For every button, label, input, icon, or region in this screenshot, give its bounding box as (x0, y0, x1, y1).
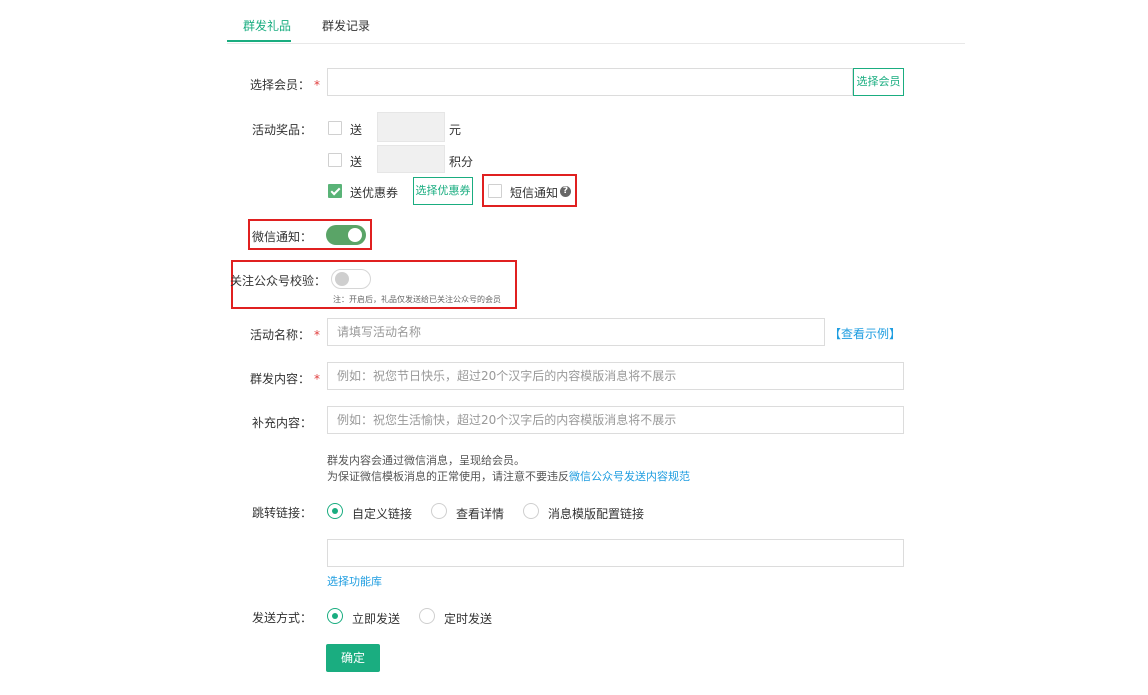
activity-name-label: 活动名称： (249, 328, 310, 342)
select-member-button[interactable]: 选择会员 (853, 68, 904, 96)
points-amount-input[interactable] (377, 145, 445, 173)
cash-amount-input[interactable] (377, 112, 445, 142)
required-mark: * (314, 372, 320, 386)
extra-content-label: 补充内容： (251, 416, 312, 430)
jump-link-label: 跳转链接： (251, 506, 312, 520)
wechat-notify-toggle[interactable] (326, 225, 366, 245)
cash-checkbox[interactable] (328, 121, 342, 135)
radio-view-detail[interactable] (431, 503, 447, 519)
coupon-checkbox[interactable] (328, 184, 342, 198)
required-mark: * (314, 328, 320, 342)
confirm-button[interactable]: 确定 (326, 644, 380, 672)
required-mark: * (314, 78, 320, 92)
toggle-knob (348, 228, 362, 242)
extra-content-input[interactable]: 例如：祝您生活愉快，超过20个汉字后的内容模版消息将不展示 (327, 406, 904, 434)
content-rules-link[interactable]: 微信公众号发送内容规范 (569, 470, 690, 483)
tab-mass-record[interactable]: 群发记录 (322, 17, 370, 34)
points-unit: 积分 (449, 155, 474, 169)
radio-scheduled-send[interactable] (419, 608, 435, 624)
points-checkbox[interactable] (328, 153, 342, 167)
activity-name-label-row: 活动名称： * (250, 326, 320, 343)
select-function-library-link[interactable]: 选择功能库 (327, 573, 382, 589)
view-example-link[interactable]: 【查看示例】 (829, 325, 901, 342)
member-label: 选择会员： (249, 78, 310, 92)
coupon-checkbox-label: 送优惠券 (350, 186, 399, 200)
cash-checkbox-label: 送 (350, 123, 363, 137)
hint-line-1: 群发内容会通过微信消息，呈现给会员。 (327, 454, 525, 467)
activity-name-input[interactable]: 请填写活动名称 (327, 318, 825, 346)
radio-template-link-label: 消息模版配置链接 (548, 507, 645, 521)
jump-link-input[interactable] (327, 539, 904, 567)
follow-check-note: 注：开启后，礼品仅发送给已关注公众号的会员 (333, 295, 501, 304)
mass-content-label-row: 群发内容： * (250, 370, 320, 387)
hint-line-2: 为保证微信模板消息的正常使用，请注意不要违反微信公众号发送内容规范 (327, 468, 690, 484)
points-checkbox-label: 送 (350, 155, 363, 169)
radio-custom-link[interactable] (327, 503, 343, 519)
radio-send-now-label: 立即发送 (352, 612, 401, 626)
prize-label: 活动奖品： (251, 123, 312, 137)
follow-check-label: 关注公众号校验： (229, 274, 326, 288)
radio-scheduled-send-label: 定时发送 (444, 612, 493, 626)
mass-content-label: 群发内容： (249, 372, 310, 386)
sms-checkbox[interactable] (488, 184, 502, 198)
help-icon[interactable]: ? (560, 186, 571, 197)
radio-template-link[interactable] (523, 503, 539, 519)
radio-send-now[interactable] (327, 608, 343, 624)
cash-unit: 元 (449, 123, 462, 137)
member-label-row: 选择会员： * (250, 76, 320, 93)
select-coupon-button[interactable]: 选择优惠券 (413, 177, 473, 205)
toggle-knob (335, 272, 349, 286)
sms-checkbox-label: 短信通知 (510, 186, 559, 200)
mass-content-input[interactable]: 例如：祝您节日快乐，超过20个汉字后的内容模版消息将不展示 (327, 362, 904, 390)
active-tab-indicator (227, 40, 291, 42)
tab-mass-gift[interactable]: 群发礼品 (243, 17, 291, 34)
member-input[interactable] (327, 68, 853, 96)
wechat-notify-label: 微信通知： (251, 230, 312, 244)
radio-custom-link-label: 自定义链接 (352, 507, 413, 521)
follow-check-toggle[interactable] (331, 269, 371, 289)
send-mode-label: 发送方式： (251, 611, 312, 625)
tab-bar: 群发礼品 群发记录 (227, 0, 965, 44)
hint-line-2-text: 为保证微信模板消息的正常使用，请注意不要违反 (327, 470, 569, 483)
radio-view-detail-label: 查看详情 (456, 507, 505, 521)
